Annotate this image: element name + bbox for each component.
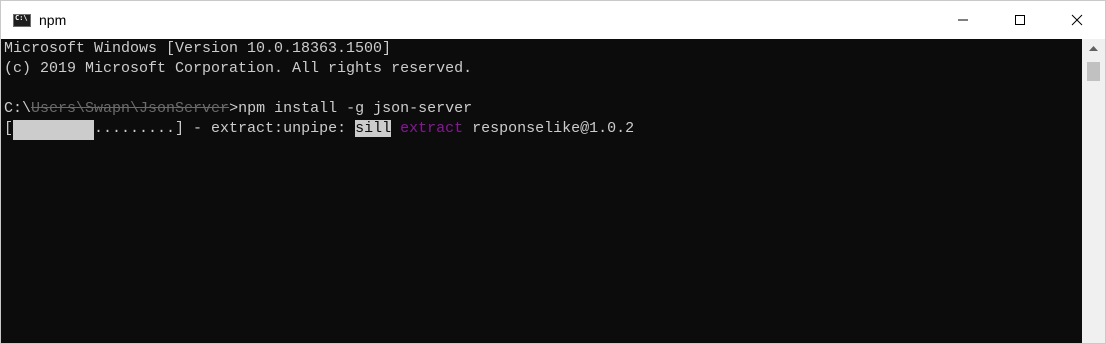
minimize-icon (957, 19, 968, 21)
log-level-badge: sill (355, 120, 392, 137)
prompt-command: >npm install -g json-server (229, 100, 473, 117)
command-prompt-line: C:\Users\Swapn\JsonServer>npm install -g… (4, 100, 1082, 120)
cmd-app-icon[interactable] (13, 13, 31, 27)
console-output[interactable]: Microsoft Windows [Version 10.0.18363.15… (1, 39, 1082, 343)
console-line: (c) 2019 Microsoft Corporation. All righ… (4, 60, 473, 77)
scroll-up-button[interactable] (1082, 39, 1105, 58)
prompt-path-obscured: Users\Swapn\JsonServer (31, 100, 230, 117)
log-package: responselike@1.0.2 (463, 120, 635, 137)
progress-remaining: ......... (94, 120, 176, 137)
progress-close-bracket: ] (175, 120, 185, 137)
scroll-up-arrow-icon (1089, 45, 1098, 51)
minimize-button[interactable] (934, 1, 991, 39)
vertical-scrollbar[interactable] (1082, 39, 1105, 343)
prompt-drive: C:\ (4, 100, 32, 117)
maximize-button[interactable] (991, 1, 1048, 39)
window-controls (934, 1, 1105, 39)
progress-bar-fill (13, 120, 95, 140)
log-action: extract (400, 120, 464, 137)
scroll-thumb[interactable] (1087, 62, 1100, 81)
progress-status: - extract:unpipe: (184, 120, 356, 137)
terminal-window: npm Microsoft Windows [Version 10.0.183 (0, 0, 1106, 344)
npm-progress-line: [.........] - extract:unpipe: sill extra… (4, 120, 1082, 140)
window-title: npm (39, 12, 67, 28)
title-bar[interactable]: npm (1, 1, 1105, 39)
console-line: Microsoft Windows [Version 10.0.18363.15… (4, 40, 392, 57)
maximize-icon (1014, 15, 1025, 25)
close-icon (1071, 14, 1082, 26)
close-button[interactable] (1048, 1, 1105, 39)
progress-open-bracket: [ (4, 120, 14, 137)
